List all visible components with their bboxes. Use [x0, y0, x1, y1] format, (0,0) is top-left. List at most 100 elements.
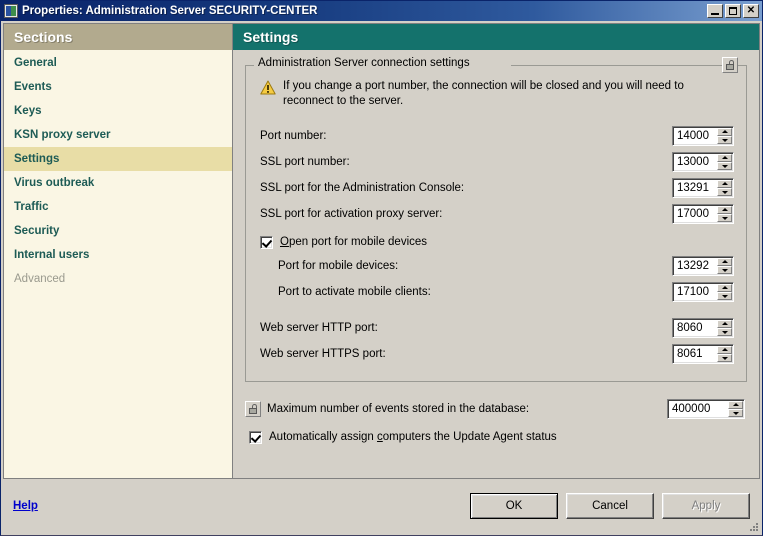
spinner-down-button[interactable] [717, 266, 732, 274]
spinner-up-button[interactable] [717, 206, 732, 214]
sidebar-item-internal-users[interactable]: Internal users [4, 243, 232, 267]
spinner-up-button[interactable] [717, 320, 732, 328]
spinner-ssl-port-console[interactable] [672, 178, 734, 198]
field-row-ssl-port-number: SSL port number: [256, 149, 736, 175]
spinner-down-button[interactable] [717, 292, 732, 300]
spinner-port-number[interactable] [672, 126, 734, 146]
spinner-buttons[interactable] [717, 284, 732, 300]
spinner-web-http-port[interactable] [672, 318, 734, 338]
input-ssl-port-activation-proxy[interactable] [673, 205, 717, 223]
spinner-down-button[interactable] [717, 354, 732, 362]
field-row-port-mobile-devices: Port for mobile devices: [256, 253, 736, 279]
application-icon [4, 4, 18, 18]
sidebar-item-events[interactable]: Events [4, 75, 232, 99]
input-web-https-port[interactable] [673, 345, 717, 363]
spinner-down-button[interactable] [717, 162, 732, 170]
padlock-icon-max-events[interactable] [245, 401, 261, 417]
label-update-agent: Automatically assign computers the Updat… [269, 431, 557, 443]
cancel-button[interactable]: Cancel [566, 493, 654, 519]
panes: Sections General Events Keys KSN proxy s… [3, 23, 760, 479]
spinner-web-https-port[interactable] [672, 344, 734, 364]
spinner-up-button[interactable] [717, 180, 732, 188]
warning-triangle-icon [260, 80, 276, 95]
sidebar-item-settings[interactable]: Settings [4, 147, 232, 171]
spinner-down-button[interactable] [717, 214, 732, 222]
spinner-ssl-port-number[interactable] [672, 152, 734, 172]
apply-button: Apply [662, 493, 750, 519]
spinner-up-button[interactable] [717, 346, 732, 354]
spinner-down-button[interactable] [717, 188, 732, 196]
spinner-port-mobile-devices[interactable] [672, 256, 734, 276]
spinner-buttons[interactable] [717, 154, 732, 170]
sidebar-item-keys[interactable]: Keys [4, 99, 232, 123]
label-ssl-port-activation-proxy: SSL port for activation proxy server: [260, 208, 443, 220]
close-button[interactable]: ✕ [743, 4, 759, 18]
input-web-http-port[interactable] [673, 319, 717, 337]
checkbox-update-agent[interactable] [249, 430, 262, 444]
input-ssl-port-number[interactable] [673, 153, 717, 171]
accelerator-letter: O [280, 236, 289, 248]
warning-text: If you change a port number, the connect… [283, 80, 684, 107]
label-open-port-mobile: Open port for mobile devices [280, 236, 427, 248]
label-ssl-port-number: SSL port number: [260, 156, 350, 168]
label-port-number: Port number: [260, 130, 327, 142]
group-title: Administration Server connection setting… [255, 57, 474, 69]
field-row-max-events: Maximum number of events stored in the d… [245, 396, 747, 422]
label-update-agent-before: Automatically assign [269, 431, 378, 443]
spinner-up-button[interactable] [717, 154, 732, 162]
sidebar-item-ksn-proxy-server[interactable]: KSN proxy server [4, 123, 232, 147]
spinner-buttons[interactable] [717, 206, 732, 222]
sidebar-item-virus-outbreak[interactable]: Virus outbreak [4, 171, 232, 195]
spinner-ssl-port-activation-proxy[interactable] [672, 204, 734, 224]
input-port-number[interactable] [673, 127, 717, 145]
spinner-up-button[interactable] [717, 284, 732, 292]
spinner-buttons[interactable] [717, 320, 732, 336]
settings-pane: Settings Administration Server connectio… [233, 23, 760, 479]
spinner-up-button[interactable] [728, 401, 743, 409]
ok-button[interactable]: OK [470, 493, 558, 519]
help-link[interactable]: Help [13, 500, 38, 512]
input-port-activate-mobile-clients[interactable] [673, 283, 717, 301]
sidebar-item-advanced: Advanced [14, 273, 66, 285]
connection-settings-group: Administration Server connection setting… [245, 57, 747, 382]
spinner-down-button[interactable] [728, 409, 743, 417]
spinner-up-button[interactable] [717, 128, 732, 136]
checkbox-row-open-port-mobile[interactable]: Open port for mobile devices [256, 231, 736, 253]
maximize-button[interactable] [725, 4, 741, 18]
spinner-buttons[interactable] [717, 180, 732, 196]
extra-settings-area: Maximum number of events stored in the d… [245, 396, 747, 448]
input-ssl-port-console[interactable] [673, 179, 717, 197]
sidebar-item-traffic[interactable]: Traffic [4, 195, 232, 219]
label-ssl-port-console: SSL port for the Administration Console: [260, 182, 465, 194]
label-port-activate-mobile-clients: Port to activate mobile clients: [278, 286, 431, 298]
spinner-buttons[interactable] [717, 346, 732, 362]
spinner-down-button[interactable] [717, 328, 732, 336]
field-row-web-https-port: Web server HTTPS port: [256, 341, 736, 367]
field-row-ssl-port-console: SSL port for the Administration Console: [256, 175, 736, 201]
label-web-http-port: Web server HTTP port: [260, 322, 378, 334]
spinner-down-button[interactable] [717, 136, 732, 144]
sidebar-item-security[interactable]: Security [4, 219, 232, 243]
title-bar[interactable]: Properties: Administration Server SECURI… [1, 1, 762, 21]
spinner-max-events[interactable] [667, 399, 745, 419]
settings-body: Administration Server connection setting… [233, 50, 759, 478]
resize-grip-icon[interactable] [746, 519, 758, 531]
dialog-client-area: Sections General Events Keys KSN proxy s… [1, 21, 762, 535]
checkbox-row-update-agent[interactable]: Automatically assign computers the Updat… [245, 426, 747, 448]
input-max-events[interactable] [668, 400, 728, 418]
spinner-buttons[interactable] [728, 401, 743, 417]
sidebar-item-general[interactable]: General [4, 51, 232, 75]
label-max-events: Maximum number of events stored in the d… [267, 403, 530, 415]
pane-title: Settings [233, 24, 759, 50]
spinner-buttons[interactable] [717, 258, 732, 274]
field-row-web-http-port: Web server HTTP port: [256, 315, 736, 341]
spinner-up-button[interactable] [717, 258, 732, 266]
spinner-buttons[interactable] [717, 128, 732, 144]
spinner-port-activate-mobile-clients[interactable] [672, 282, 734, 302]
padlock-icon-group[interactable] [722, 57, 738, 73]
field-row-ssl-port-activation-proxy: SSL port for activation proxy server: [256, 201, 736, 227]
checkbox-open-port-mobile[interactable] [260, 235, 273, 249]
input-port-mobile-devices[interactable] [673, 257, 717, 275]
sidebar-list: General Events Keys KSN proxy server Set… [4, 50, 232, 478]
minimize-button[interactable] [707, 4, 723, 18]
